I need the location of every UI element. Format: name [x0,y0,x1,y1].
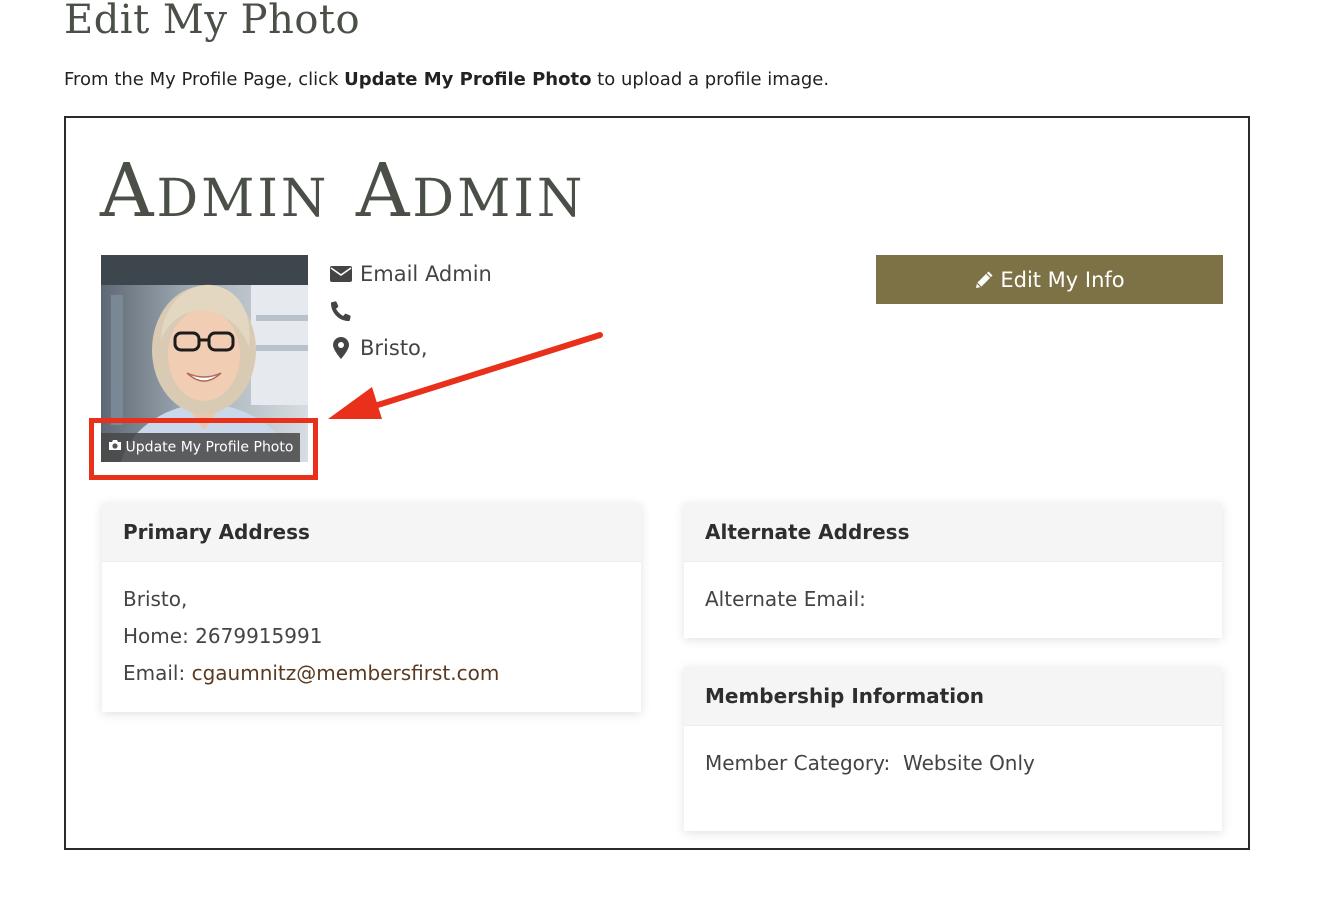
membership-information-body: Member Category: Website Only [684,726,1222,785]
envelope-icon [330,263,352,285]
intro-after: to upload a profile image. [591,69,830,90]
member-category: Member Category: Website Only [705,748,1201,785]
email-label: Email: [123,661,192,685]
alternate-email-label: Alternate Email: [705,587,866,611]
alternate-address-body: Alternate Email: [684,562,1222,621]
alternate-email: Alternate Email: [705,584,1201,621]
member-category-label: Member Category: [705,751,903,775]
update-profile-photo-label: Update My Profile Photo [125,439,294,456]
email-link[interactable]: cgaumnitz@membersfirst.com [192,661,500,685]
primary-address-card: Primary Address Bristo, Home: 2679915991… [102,503,641,712]
primary-address-title: Primary Address [102,503,641,562]
intro-text: From the My Profile Page, click Update M… [64,68,829,92]
contact-phone-row [330,296,360,326]
contact-email-label: Email Admin [360,262,492,286]
primary-address-body: Bristo, Home: 2679915991 Email: cgaumnit… [102,562,641,695]
alternate-address-card: Alternate Address Alternate Email: [684,503,1222,638]
member-category-value: Website Only [902,751,1035,775]
primary-email: Email: cgaumnitz@membersfirst.com [123,658,620,695]
intro-before: From the My Profile Page, click [64,69,345,90]
phone-icon [330,300,352,322]
camera-icon [108,433,122,462]
page-title: Edit My Photo [64,0,361,43]
contact-location-row: Bristo, [330,333,428,363]
primary-address-line: Bristo, [123,587,188,611]
pencil-icon [974,270,994,290]
home-label: Home: [123,624,196,648]
contact-location-value: Bristo, [360,336,428,360]
intro-bold: Update My Profile Photo [344,69,592,90]
membership-information-card: Membership Information Member Category: … [684,667,1222,831]
home-value: 2679915991 [195,624,323,648]
profile-photo [101,255,308,462]
membership-information-title: Membership Information [684,667,1222,726]
edit-my-info-button[interactable]: Edit My Info [876,255,1223,304]
primary-home-phone: Home: 2679915991 [123,621,620,658]
profile-name: Admin Admin [100,148,586,234]
contact-email-row[interactable]: Email Admin [330,259,492,289]
edit-my-info-label: Edit My Info [1000,267,1125,292]
page: Edit My Photo From the My Profile Page, … [0,0,1319,909]
map-marker-icon [330,337,352,359]
update-profile-photo-button[interactable]: Update My Profile Photo [101,433,300,462]
alternate-address-title: Alternate Address [684,503,1222,562]
